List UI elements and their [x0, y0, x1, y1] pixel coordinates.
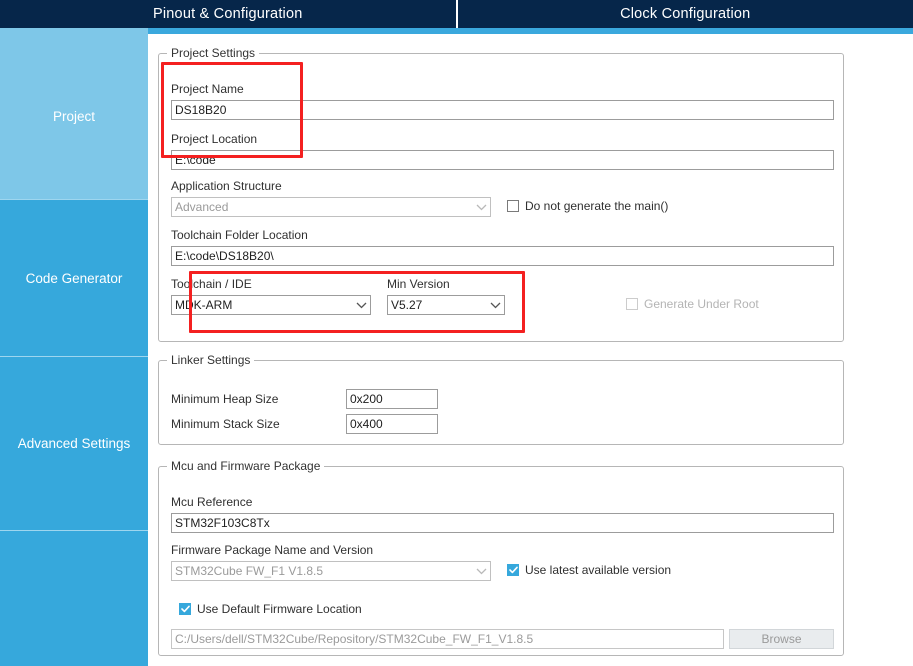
tab-clock-configuration-label: Clock Configuration	[620, 6, 751, 22]
use-default-firmware-location-checkbox[interactable]: Use Default Firmware Location	[179, 602, 362, 616]
do-not-generate-main-checkbox[interactable]: Do not generate the main()	[507, 199, 668, 213]
checkbox-box-icon	[507, 200, 519, 212]
sidebar-item-empty[interactable]	[0, 531, 148, 666]
minimum-heap-size-input[interactable]	[346, 389, 438, 409]
linker-settings-legend: Linker Settings	[171, 353, 251, 367]
application-structure-label: Application Structure	[171, 179, 282, 193]
sidebar-item-project-label: Project	[52, 109, 96, 124]
sidebar-item-advanced-settings-label: Advanced Settings	[17, 436, 131, 451]
mcu-firmware-package-legend: Mcu and Firmware Package	[171, 459, 321, 473]
project-settings-legend: Project Settings	[171, 46, 256, 60]
minimum-heap-size-label: Minimum Heap Size	[171, 392, 279, 406]
application-structure-value: Advanced	[175, 200, 229, 214]
project-location-label: Project Location	[171, 132, 258, 146]
do-not-generate-main-label: Do not generate the main()	[525, 199, 669, 213]
mcu-reference-input[interactable]	[171, 513, 834, 533]
generate-under-root-label: Generate Under Root	[644, 297, 759, 311]
min-version-value: V5.27	[391, 298, 423, 312]
toolchain-folder-label: Toolchain Folder Location	[171, 228, 308, 242]
application-structure-select[interactable]: Advanced	[171, 197, 491, 217]
checkmark-icon	[179, 603, 191, 615]
firmware-location-input[interactable]	[171, 629, 724, 649]
generate-under-root-checkbox[interactable]: Generate Under Root	[626, 297, 759, 311]
firmware-package-select[interactable]: STM32Cube FW_F1 V1.8.5	[171, 561, 491, 581]
content-panel: Project Settings Project Name Project Lo…	[148, 34, 913, 666]
use-latest-version-checkbox[interactable]: Use latest available version	[507, 563, 671, 577]
cubemx-project-manager-window: Pinout & Configuration Clock Configurati…	[0, 0, 913, 666]
project-name-input[interactable]	[171, 100, 834, 120]
toolchain-folder-input[interactable]	[171, 246, 834, 266]
tab-pinout-configuration-label: Pinout & Configuration	[153, 6, 303, 22]
chevron-down-icon	[352, 296, 370, 314]
use-latest-version-label: Use latest available version	[525, 563, 672, 577]
browse-button-label: Browse	[761, 632, 802, 646]
project-settings-group: Project Settings Project Name Project Lo…	[158, 46, 844, 342]
toolchain-ide-label: Toolchain / IDE	[171, 277, 252, 291]
sidebar-item-project[interactable]: Project	[0, 34, 148, 199]
chevron-down-icon	[486, 296, 504, 314]
minimum-stack-size-label: Minimum Stack Size	[171, 417, 280, 431]
sidebar-item-code-generator-label: Code Generator	[25, 270, 123, 286]
checkbox-box-icon	[626, 298, 638, 310]
chevron-down-icon	[472, 562, 490, 580]
chevron-down-icon	[472, 198, 490, 216]
browse-button[interactable]: Browse	[729, 629, 834, 649]
tab-clock-configuration[interactable]: Clock Configuration	[458, 0, 913, 28]
min-version-label: Min Version	[387, 277, 450, 291]
use-default-firmware-location-label: Use Default Firmware Location	[197, 602, 362, 616]
checkmark-icon	[507, 564, 519, 576]
tab-pinout-configuration[interactable]: Pinout & Configuration	[0, 0, 458, 28]
main-tab-bar: Pinout & Configuration Clock Configurati…	[0, 0, 913, 28]
min-version-select[interactable]: V5.27	[387, 295, 505, 315]
minimum-stack-size-input[interactable]	[346, 414, 438, 434]
toolchain-ide-select[interactable]: MDK-ARM	[171, 295, 371, 315]
sidebar: Project Code Generator Advanced Settings	[0, 34, 148, 666]
project-name-label: Project Name	[171, 82, 244, 96]
mcu-reference-label: Mcu Reference	[171, 495, 253, 509]
sidebar-item-advanced-settings[interactable]: Advanced Settings	[0, 357, 148, 530]
toolchain-ide-value: MDK-ARM	[175, 298, 233, 312]
project-location-input[interactable]	[171, 150, 834, 170]
sidebar-item-code-generator[interactable]: Code Generator	[0, 200, 148, 356]
linker-settings-group: Linker Settings Minimum Heap Size Minimu…	[158, 353, 844, 445]
firmware-package-label: Firmware Package Name and Version	[171, 543, 374, 557]
firmware-package-value: STM32Cube FW_F1 V1.8.5	[175, 564, 324, 578]
mcu-firmware-package-group: Mcu and Firmware Package Mcu Reference F…	[158, 459, 844, 656]
